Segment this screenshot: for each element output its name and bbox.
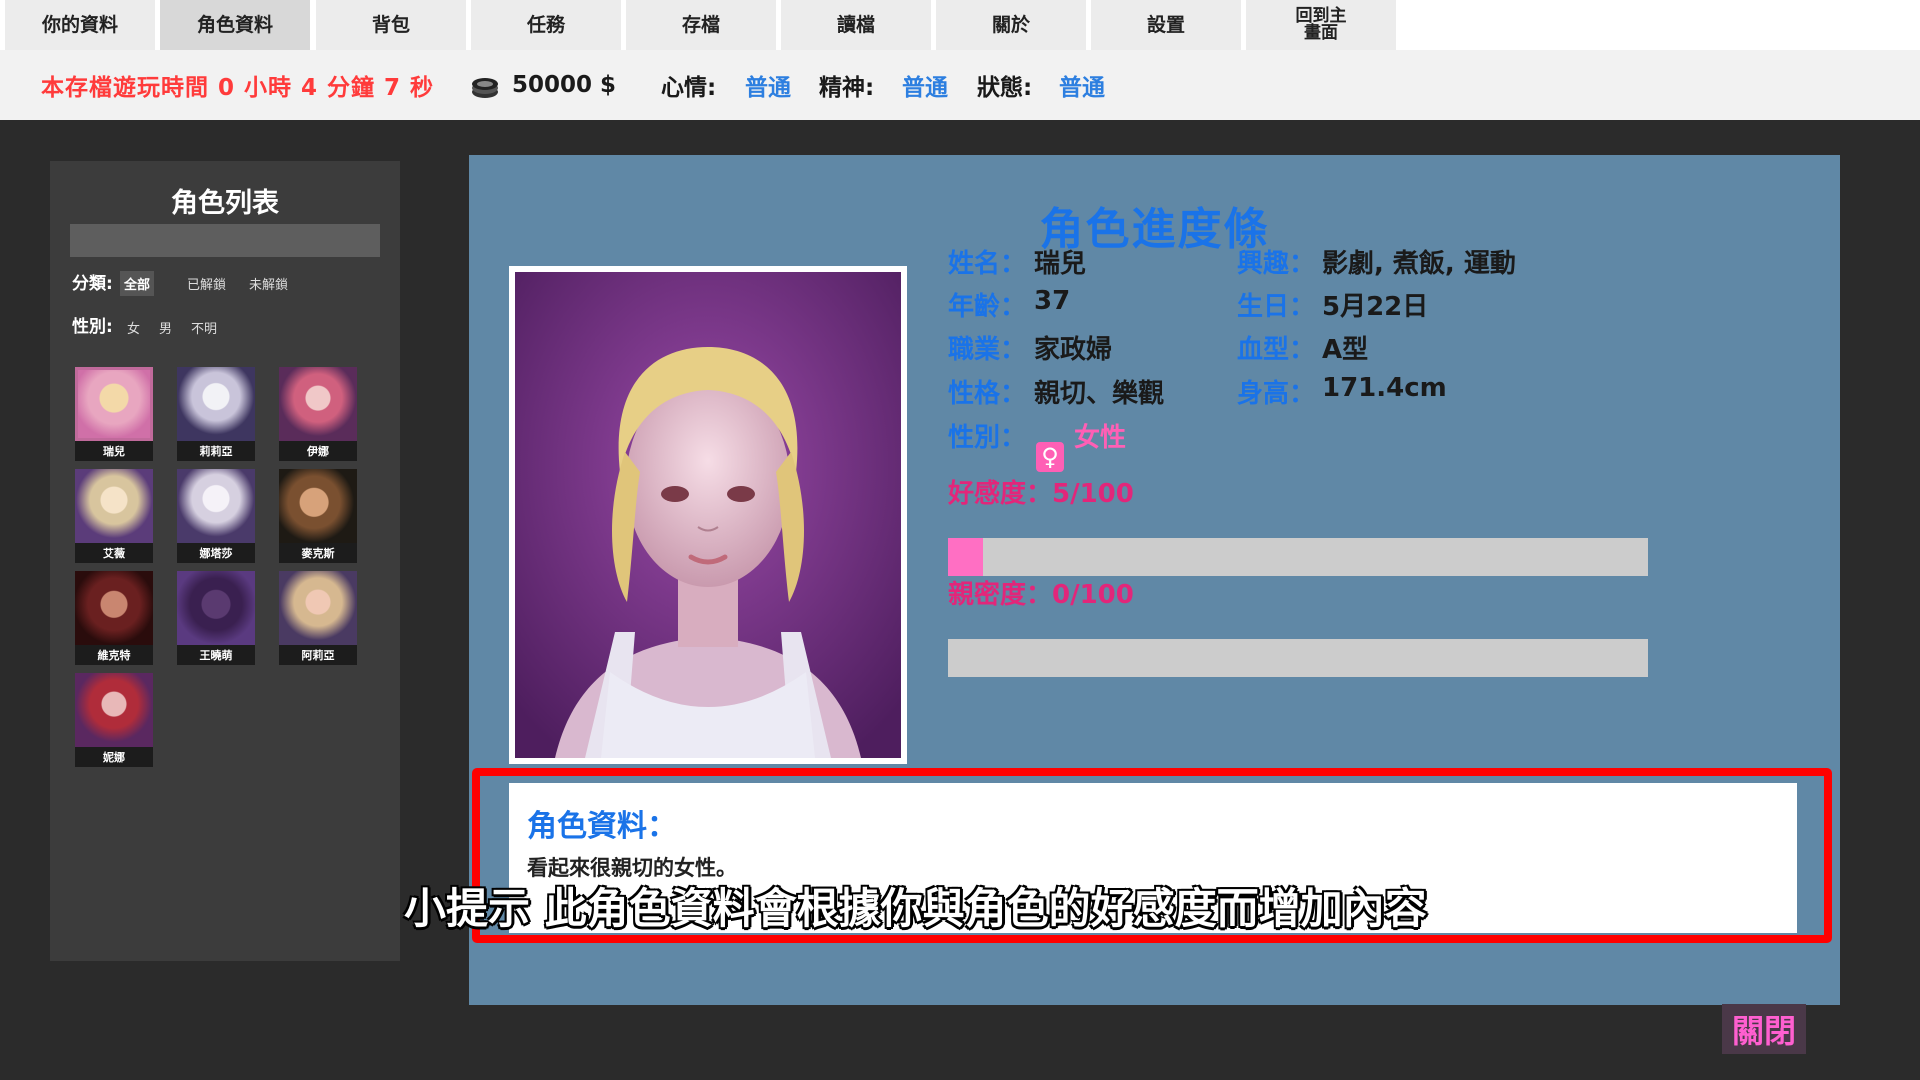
character-card[interactable]: 娜塔莎 [177,469,255,563]
hobby-value: 影劇, 煮飯, 運動 [1322,249,1516,279]
birthday-value: 5月22日 [1322,292,1429,322]
tab-main-menu[interactable]: 回到主 畫面 [1246,0,1396,50]
intimacy-bar [948,639,1648,677]
character-name: 妮娜 [75,747,153,767]
money-icon [472,78,498,98]
affection-label: 好感度：5/100 [948,479,1134,509]
character-card[interactable]: 維克特 [75,571,153,665]
tab-load[interactable]: 讀檔 [781,0,931,50]
filter-female[interactable]: 女 [123,315,144,340]
height-value: 171.4cm [1322,373,1447,403]
tab-save[interactable]: 存檔 [626,0,776,50]
mood-label: 心情: [661,75,717,101]
job-value: 家政婦 [1034,335,1113,365]
character-avatar [177,367,255,441]
gender-value: 女性 [1074,423,1127,453]
character-name: 麥克斯 [279,543,357,563]
character-avatar [279,367,357,441]
character-name: 娜塔莎 [177,543,255,563]
description-title: 角色資料： [527,809,677,844]
name-value: 瑞兒 [1034,249,1087,279]
character-card[interactable]: 伊娜 [279,367,357,461]
character-name: 王曉萌 [177,645,255,665]
character-name: 阿莉亞 [279,645,357,665]
job-label: 職業： [948,335,1027,365]
female-icon: ♀ [1036,442,1064,472]
character-avatar [75,469,153,543]
character-name: 莉莉亞 [177,441,255,461]
tip-subtitle: 小提示 此角色資料會根據你與角色的好感度而增加內容 [404,884,1427,933]
tab-character-profile[interactable]: 角色資料 [160,0,310,50]
character-avatar [75,673,153,747]
spirit-value: 普通 [902,75,948,101]
gender-label: 性別： [948,423,1027,453]
birthday-label: 生日： [1237,292,1316,322]
tab-settings[interactable]: 設置 [1091,0,1241,50]
tab-quests[interactable]: 任務 [471,0,621,50]
filter-locked[interactable]: 未解鎖 [245,271,292,296]
character-list-panel: 角色列表 分類: 全部 已解鎖 未解鎖 性別: 女 男 不明 瑞兒 莉莉亞 伊娜… [50,161,400,961]
character-avatar [75,367,153,441]
age-value: 37 [1034,286,1071,316]
character-search-input[interactable] [70,224,380,257]
filter-unknown[interactable]: 不明 [187,315,221,340]
character-name: 維克特 [75,645,153,665]
character-portrait [515,272,901,758]
character-name: 艾薇 [75,543,153,563]
character-card[interactable]: 艾薇 [75,469,153,563]
affection-bar [948,538,1648,576]
character-card[interactable]: 麥克斯 [279,469,357,563]
character-avatar [177,469,255,543]
character-card[interactable]: 王曉萌 [177,571,255,665]
tab-backpack[interactable]: 背包 [316,0,466,50]
character-card[interactable]: 妮娜 [75,673,153,767]
character-name: 伊娜 [279,441,357,461]
gender-filter-label: 性別: [72,317,113,337]
character-card[interactable]: 瑞兒 [75,367,153,461]
status-bar: 本存檔遊玩時間 0 小時 4 分鐘 7 秒 50000 $ 心情: 普通 精神:… [0,50,1920,120]
character-avatar [279,469,357,543]
money-amount: 50000 $ [512,72,617,98]
height-label: 身高： [1237,379,1316,409]
character-avatar [279,571,357,645]
personality-value: 親切、樂觀 [1034,379,1165,409]
intimacy-label: 親密度：0/100 [948,580,1134,610]
portrait-frame [509,266,907,764]
character-avatar [177,571,255,645]
blood-type-value: A型 [1322,335,1369,365]
spirit-label: 精神: [819,75,875,101]
hobby-label: 興趣： [1237,249,1316,279]
blood-type-label: 血型： [1237,335,1316,365]
tab-your-profile[interactable]: 你的資料 [5,0,155,50]
state-label: 狀態: [977,75,1033,101]
age-label: 年齡： [948,292,1027,322]
character-name: 瑞兒 [75,441,153,461]
playtime-text: 本存檔遊玩時間 0 小時 4 分鐘 7 秒 [41,75,435,101]
character-card[interactable]: 阿莉亞 [279,571,357,665]
personality-label: 性格： [948,379,1027,409]
top-tab-bar: 你的資料 角色資料 背包 任務 存檔 讀檔 關於 設置 回到主 畫面 [0,0,1920,50]
panel-title: 角色進度條 [1039,204,1270,255]
character-card[interactable]: 莉莉亞 [177,367,255,461]
mood-value: 普通 [745,75,791,101]
filter-unlocked[interactable]: 已解鎖 [183,271,230,296]
character-avatar [75,571,153,645]
state-value: 普通 [1059,75,1105,101]
tab-about[interactable]: 關於 [936,0,1086,50]
filter-male[interactable]: 男 [155,315,176,340]
affection-bar-fill [948,538,983,576]
character-list-title: 角色列表 [171,188,279,219]
name-label: 姓名： [948,249,1027,279]
close-button[interactable]: 關閉 [1722,1004,1806,1054]
category-label: 分類: [72,274,113,294]
filter-all[interactable]: 全部 [120,271,155,296]
